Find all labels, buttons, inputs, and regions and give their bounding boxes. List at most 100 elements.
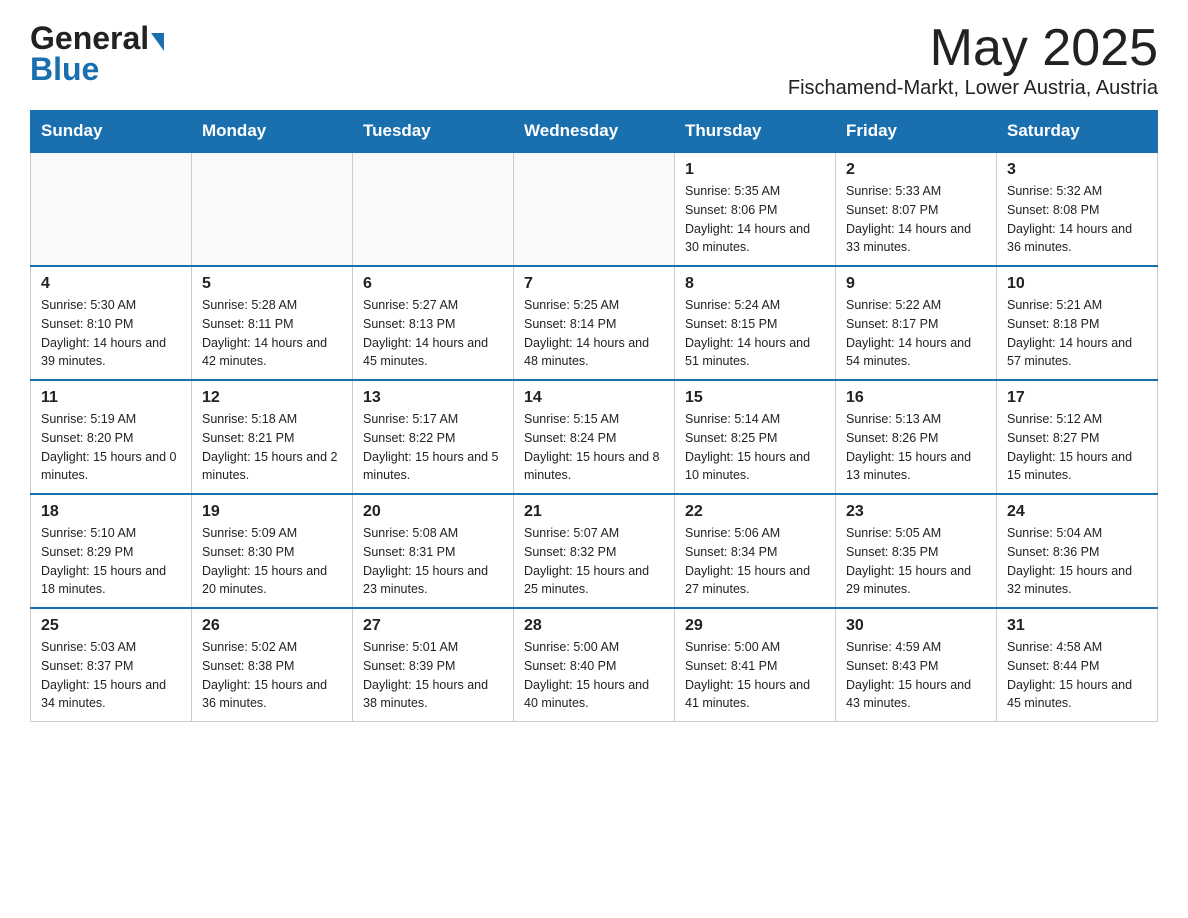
header-wednesday: Wednesday (514, 111, 675, 153)
page-header: General Blue May 2025 Fischamend-Markt, … (30, 20, 1158, 100)
calendar-cell-w2-d2: 6 Sunrise: 5:27 AM Sunset: 8:13 PM Daylig… (353, 266, 514, 380)
day-number: 14 (524, 389, 664, 407)
calendar-cell-w1-d5: 2 Sunrise: 5:33 AM Sunset: 8:07 PM Daylig… (836, 152, 997, 266)
calendar-cell-w5-d4: 29 Sunrise: 5:00 AM Sunset: 8:41 PM Dayli… (675, 608, 836, 722)
day-number: 24 (1007, 503, 1147, 521)
day-info: Sunrise: 5:04 AM Sunset: 8:36 PM Dayligh… (1007, 524, 1147, 599)
calendar-table: Sunday Monday Tuesday Wednesday Thursday… (30, 110, 1158, 722)
calendar-cell-w5-d1: 26 Sunrise: 5:02 AM Sunset: 8:38 PM Dayli… (192, 608, 353, 722)
calendar-cell-w3-d6: 17Sunrise: 5:12 AM Sunset: 8:27 PM Dayli… (997, 380, 1158, 494)
day-info: Sunrise: 5:01 AM Sunset: 8:39 PM Dayligh… (363, 638, 503, 713)
day-info: Sunrise: 5:10 AM Sunset: 8:29 PM Dayligh… (41, 524, 181, 599)
calendar-cell-w4-d6: 24 Sunrise: 5:04 AM Sunset: 8:36 PM Dayli… (997, 494, 1158, 608)
day-number: 26 (202, 617, 342, 635)
day-number: 16 (846, 389, 986, 407)
day-number: 10 (1007, 275, 1147, 293)
week-row-4: 18 Sunrise: 5:10 AM Sunset: 8:29 PM Dayli… (31, 494, 1158, 608)
day-info: Sunrise: 5:25 AM Sunset: 8:14 PM Dayligh… (524, 296, 664, 371)
calendar-cell-w3-d3: 14 Sunrise: 5:15 AM Sunset: 8:24 PM Dayli… (514, 380, 675, 494)
day-info: Sunrise: 5:33 AM Sunset: 8:07 PM Dayligh… (846, 182, 986, 257)
day-info: Sunrise: 5:15 AM Sunset: 8:24 PM Dayligh… (524, 410, 664, 485)
day-number: 23 (846, 503, 986, 521)
day-info: Sunrise: 5:18 AM Sunset: 8:21 PM Dayligh… (202, 410, 342, 485)
day-info: Sunrise: 5:13 AM Sunset: 8:26 PM Dayligh… (846, 410, 986, 485)
calendar-cell-w5-d3: 28 Sunrise: 5:00 AM Sunset: 8:40 PM Dayli… (514, 608, 675, 722)
day-number: 7 (524, 275, 664, 293)
calendar-cell-w1-d0 (31, 152, 192, 266)
day-number: 2 (846, 161, 986, 179)
calendar-cell-w4-d2: 20 Sunrise: 5:08 AM Sunset: 8:31 PM Dayli… (353, 494, 514, 608)
day-info: Sunrise: 5:27 AM Sunset: 8:13 PM Dayligh… (363, 296, 503, 371)
header-saturday: Saturday (997, 111, 1158, 153)
calendar-cell-w3-d5: 16 Sunrise: 5:13 AM Sunset: 8:26 PM Dayli… (836, 380, 997, 494)
day-number: 18 (41, 503, 181, 521)
day-info: Sunrise: 5:05 AM Sunset: 8:35 PM Dayligh… (846, 524, 986, 599)
header-thursday: Thursday (675, 111, 836, 153)
calendar-cell-w1-d1 (192, 152, 353, 266)
day-info: Sunrise: 5:30 AM Sunset: 8:10 PM Dayligh… (41, 296, 181, 371)
day-number: 11 (41, 389, 181, 407)
calendar-cell-w4-d1: 19 Sunrise: 5:09 AM Sunset: 8:30 PM Dayli… (192, 494, 353, 608)
calendar-cell-w5-d0: 25 Sunrise: 5:03 AM Sunset: 8:37 PM Dayli… (31, 608, 192, 722)
day-number: 27 (363, 617, 503, 635)
calendar-cell-w2-d0: 4 Sunrise: 5:30 AM Sunset: 8:10 PM Daylig… (31, 266, 192, 380)
day-number: 5 (202, 275, 342, 293)
day-number: 25 (41, 617, 181, 635)
location-title: Fischamend-Markt, Lower Austria, Austria (788, 77, 1158, 100)
calendar-cell-w1-d3 (514, 152, 675, 266)
day-info: Sunrise: 5:00 AM Sunset: 8:40 PM Dayligh… (524, 638, 664, 713)
day-number: 20 (363, 503, 503, 521)
day-number: 17 (1007, 389, 1147, 407)
week-row-5: 25 Sunrise: 5:03 AM Sunset: 8:37 PM Dayli… (31, 608, 1158, 722)
calendar-cell-w2-d5: 9Sunrise: 5:22 AM Sunset: 8:17 PM Daylig… (836, 266, 997, 380)
week-row-3: 11 Sunrise: 5:19 AM Sunset: 8:20 PM Dayli… (31, 380, 1158, 494)
calendar-cell-w5-d5: 30Sunrise: 4:59 AM Sunset: 8:43 PM Dayli… (836, 608, 997, 722)
day-info: Sunrise: 5:09 AM Sunset: 8:30 PM Dayligh… (202, 524, 342, 599)
week-row-2: 4 Sunrise: 5:30 AM Sunset: 8:10 PM Daylig… (31, 266, 1158, 380)
day-info: Sunrise: 5:28 AM Sunset: 8:11 PM Dayligh… (202, 296, 342, 371)
day-number: 21 (524, 503, 664, 521)
calendar-cell-w4-d0: 18 Sunrise: 5:10 AM Sunset: 8:29 PM Dayli… (31, 494, 192, 608)
calendar-cell-w1-d2 (353, 152, 514, 266)
day-number: 19 (202, 503, 342, 521)
day-info: Sunrise: 5:32 AM Sunset: 8:08 PM Dayligh… (1007, 182, 1147, 257)
day-number: 4 (41, 275, 181, 293)
calendar-cell-w5-d6: 31Sunrise: 4:58 AM Sunset: 8:44 PM Dayli… (997, 608, 1158, 722)
calendar-cell-w3-d4: 15 Sunrise: 5:14 AM Sunset: 8:25 PM Dayli… (675, 380, 836, 494)
day-number: 1 (685, 161, 825, 179)
logo-blue: Blue (30, 51, 99, 88)
day-info: Sunrise: 5:02 AM Sunset: 8:38 PM Dayligh… (202, 638, 342, 713)
day-info: Sunrise: 5:21 AM Sunset: 8:18 PM Dayligh… (1007, 296, 1147, 371)
day-info: Sunrise: 5:08 AM Sunset: 8:31 PM Dayligh… (363, 524, 503, 599)
calendar-cell-w2-d6: 10 Sunrise: 5:21 AM Sunset: 8:18 PM Dayli… (997, 266, 1158, 380)
day-info: Sunrise: 5:35 AM Sunset: 8:06 PM Dayligh… (685, 182, 825, 257)
day-number: 28 (524, 617, 664, 635)
logo: General Blue (30, 20, 164, 88)
title-area: May 2025 Fischamend-Markt, Lower Austria… (788, 20, 1158, 100)
day-info: Sunrise: 4:59 AM Sunset: 8:43 PM Dayligh… (846, 638, 986, 713)
day-info: Sunrise: 5:14 AM Sunset: 8:25 PM Dayligh… (685, 410, 825, 485)
day-info: Sunrise: 5:07 AM Sunset: 8:32 PM Dayligh… (524, 524, 664, 599)
day-number: 29 (685, 617, 825, 635)
calendar-cell-w4-d5: 23 Sunrise: 5:05 AM Sunset: 8:35 PM Dayli… (836, 494, 997, 608)
day-number: 22 (685, 503, 825, 521)
day-info: Sunrise: 5:03 AM Sunset: 8:37 PM Dayligh… (41, 638, 181, 713)
header-tuesday: Tuesday (353, 111, 514, 153)
day-number: 15 (685, 389, 825, 407)
week-row-1: 1 Sunrise: 5:35 AM Sunset: 8:06 PM Daylig… (31, 152, 1158, 266)
day-number: 6 (363, 275, 503, 293)
calendar-cell-w1-d4: 1 Sunrise: 5:35 AM Sunset: 8:06 PM Daylig… (675, 152, 836, 266)
day-number: 3 (1007, 161, 1147, 179)
calendar-cell-w1-d6: 3 Sunrise: 5:32 AM Sunset: 8:08 PM Daylig… (997, 152, 1158, 266)
weekday-header-row: Sunday Monday Tuesday Wednesday Thursday… (31, 111, 1158, 153)
day-number: 13 (363, 389, 503, 407)
calendar-cell-w3-d2: 13 Sunrise: 5:17 AM Sunset: 8:22 PM Dayli… (353, 380, 514, 494)
day-info: Sunrise: 5:17 AM Sunset: 8:22 PM Dayligh… (363, 410, 503, 485)
day-info: Sunrise: 5:00 AM Sunset: 8:41 PM Dayligh… (685, 638, 825, 713)
day-info: Sunrise: 5:19 AM Sunset: 8:20 PM Dayligh… (41, 410, 181, 485)
day-number: 9 (846, 275, 986, 293)
calendar-cell-w2-d4: 8Sunrise: 5:24 AM Sunset: 8:15 PM Daylig… (675, 266, 836, 380)
calendar-cell-w2-d3: 7 Sunrise: 5:25 AM Sunset: 8:14 PM Daylig… (514, 266, 675, 380)
day-number: 8 (685, 275, 825, 293)
day-number: 31 (1007, 617, 1147, 635)
